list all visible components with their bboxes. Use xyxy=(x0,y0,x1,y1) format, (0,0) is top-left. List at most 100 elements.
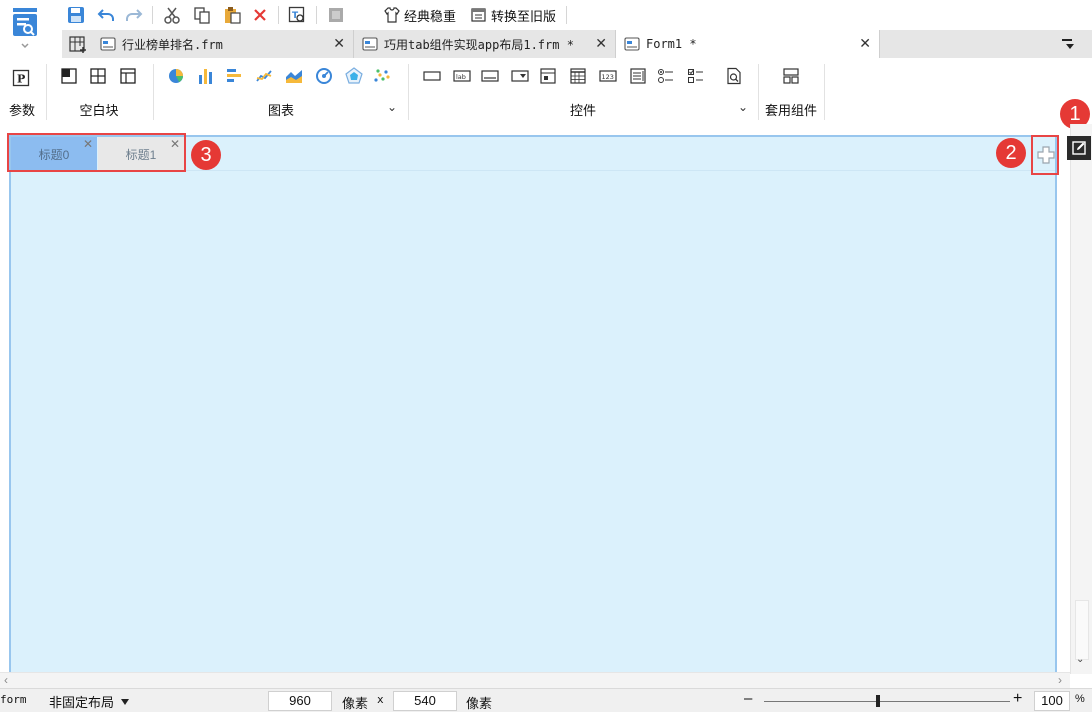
zoom-slider-thumb[interactable] xyxy=(876,695,880,707)
delete-icon[interactable] xyxy=(250,5,270,25)
vertical-scrollbar[interactable]: ⌄ xyxy=(1070,124,1092,674)
tab-industry-ranking[interactable]: 行业榜单排名.frm ✕ xyxy=(92,30,354,58)
number-control-icon[interactable]: 123 xyxy=(598,66,618,86)
tab-block-icon[interactable] xyxy=(118,66,138,86)
copy-icon[interactable] xyxy=(192,5,212,25)
tab-layout-widget[interactable]: 标题0 ✕ 标题1 ✕ xyxy=(9,135,1057,675)
radio-group-control-icon[interactable] xyxy=(656,66,676,86)
ribbon-divider xyxy=(824,64,825,120)
horizontal-scrollbar[interactable]: ‹ › xyxy=(0,672,1070,688)
scroll-thumb[interactable] xyxy=(1075,600,1089,660)
ribbon-divider xyxy=(408,64,409,120)
designer-window: T 经典稳重 转换至旧版 行业榜单排名.frm ✕ 巧用tab组件实现app布局… xyxy=(0,0,1092,712)
button-control-icon[interactable] xyxy=(422,66,442,86)
control-more-chevron-icon[interactable]: ⌄ xyxy=(738,100,748,114)
blank-block-label: 空白块 xyxy=(79,103,119,118)
canvas-height-input[interactable]: 540 xyxy=(393,691,457,711)
calendar-control-icon[interactable] xyxy=(568,66,588,86)
svg-text:123: 123 xyxy=(602,73,614,81)
radar-chart-icon[interactable] xyxy=(344,66,364,86)
toolbar-divider xyxy=(316,6,317,24)
tab-label: 巧用tab组件实现app布局1.frm * xyxy=(384,37,574,52)
svg-text:P: P xyxy=(17,73,25,86)
undo-icon[interactable] xyxy=(96,5,116,25)
scroll-left-arrow-icon[interactable]: ‹ xyxy=(4,673,8,687)
tab-form1[interactable]: Form1 * ✕ xyxy=(616,30,880,58)
zoom-out-minus-icon[interactable]: – xyxy=(744,690,752,707)
template-component-icon[interactable] xyxy=(781,66,801,86)
dropdown-control-icon[interactable] xyxy=(510,66,530,86)
gauge-chart-icon[interactable] xyxy=(314,66,334,86)
bar-chart-icon[interactable] xyxy=(196,66,216,86)
close-tab-icon[interactable]: ✕ xyxy=(333,36,345,52)
toolbar-divider xyxy=(152,6,153,24)
checkbox-group-control-icon[interactable] xyxy=(686,66,706,86)
cut-icon[interactable] xyxy=(162,5,182,25)
disabled-tool-icon xyxy=(326,5,346,25)
text-field-control-icon[interactable] xyxy=(480,66,500,86)
tab-label: 行业榜单排名.frm xyxy=(122,37,223,52)
save-icon[interactable] xyxy=(66,5,86,25)
form-file-icon xyxy=(624,37,640,51)
scroll-right-arrow-icon[interactable]: › xyxy=(1058,673,1062,687)
convert-old-version-button[interactable]: 转换至旧版 xyxy=(470,5,556,25)
zoom-in-plus-icon[interactable]: + xyxy=(1013,690,1022,708)
template-component-label: 套用组件 xyxy=(764,103,817,118)
zoom-percent-label: % xyxy=(1075,693,1085,705)
zoom-slider-track[interactable] xyxy=(764,701,1010,702)
classic-theme-label: 经典稳重 xyxy=(404,8,457,24)
control-label: 控件 xyxy=(569,103,596,118)
canvas-width-input[interactable]: 960 xyxy=(268,691,332,711)
area-chart-icon[interactable] xyxy=(284,66,304,86)
ribbon-divider xyxy=(153,64,154,120)
horizontal-bar-chart-icon[interactable] xyxy=(224,66,244,86)
form-file-icon xyxy=(362,37,378,51)
label-control-icon[interactable]: lab xyxy=(452,66,472,86)
ribbon-divider xyxy=(46,64,47,120)
zoom-input[interactable]: 100 xyxy=(1034,691,1070,711)
search-query-control-icon[interactable] xyxy=(724,66,744,86)
layout-mode-label: 非固定布局 xyxy=(49,695,115,710)
split-block-icon[interactable] xyxy=(88,66,108,86)
design-canvas[interactable]: 标题0 ✕ 标题1 ✕ xyxy=(0,124,1070,675)
toolbar-divider xyxy=(566,6,567,24)
highlight-widget-tabs xyxy=(7,133,186,172)
svg-text:lab: lab xyxy=(456,73,466,81)
param-group: P 参数 xyxy=(0,58,44,124)
parameter-panel-icon[interactable]: P xyxy=(11,68,31,88)
scatter-chart-icon[interactable] xyxy=(372,66,392,86)
convert-old-version-label: 转换至旧版 xyxy=(491,8,557,24)
quick-access-toolbar: T 经典稳重 转换至旧版 xyxy=(0,0,1092,49)
chart-more-chevron-icon[interactable]: ⌄ xyxy=(387,100,397,114)
step-badge-2: 2 xyxy=(996,138,1026,168)
status-bar: form 非固定布局 960 像素 x 540 像素 – + 100 % xyxy=(0,688,1092,712)
width-unit-label: 像素 xyxy=(342,696,369,711)
shirt-icon xyxy=(383,6,401,24)
tab-label: Form1 * xyxy=(646,37,697,51)
convert-icon xyxy=(470,6,488,24)
tab-app-layout[interactable]: 巧用tab组件实现app布局1.frm * ✕ xyxy=(354,30,616,58)
toolbar-divider xyxy=(278,6,279,24)
edit-widget-icon[interactable] xyxy=(1067,136,1091,160)
list-control-icon[interactable] xyxy=(628,66,648,86)
layout-mode-dropdown[interactable]: 非固定布局 xyxy=(49,692,130,711)
date-control-icon[interactable] xyxy=(538,66,558,86)
pie-chart-icon[interactable] xyxy=(166,66,186,86)
absolute-block-icon[interactable] xyxy=(59,66,79,86)
caret-down-icon xyxy=(121,698,130,705)
close-tab-icon[interactable]: ✕ xyxy=(859,36,871,52)
paste-icon[interactable] xyxy=(222,5,242,25)
redo-icon[interactable] xyxy=(124,5,144,25)
step-badge-3: 3 xyxy=(191,140,221,170)
control-group: lab 123 控件 ⌄ xyxy=(410,58,756,124)
tab-list-dropdown-icon[interactable] xyxy=(1058,34,1078,54)
document-tab-bar: 行业榜单排名.frm ✕ 巧用tab组件实现app布局1.frm * ✕ For… xyxy=(62,30,1092,58)
scroll-down-arrow-icon[interactable]: ⌄ xyxy=(1076,654,1084,665)
app-menu-logo-icon[interactable] xyxy=(10,6,40,54)
close-tab-icon[interactable]: ✕ xyxy=(595,36,607,52)
form-type-label: form xyxy=(0,693,27,706)
line-chart-icon[interactable] xyxy=(254,66,274,86)
classic-theme-button[interactable]: 经典稳重 xyxy=(383,5,456,25)
new-grid-icon[interactable] xyxy=(68,34,88,54)
preview-text-icon[interactable]: T xyxy=(287,5,307,25)
